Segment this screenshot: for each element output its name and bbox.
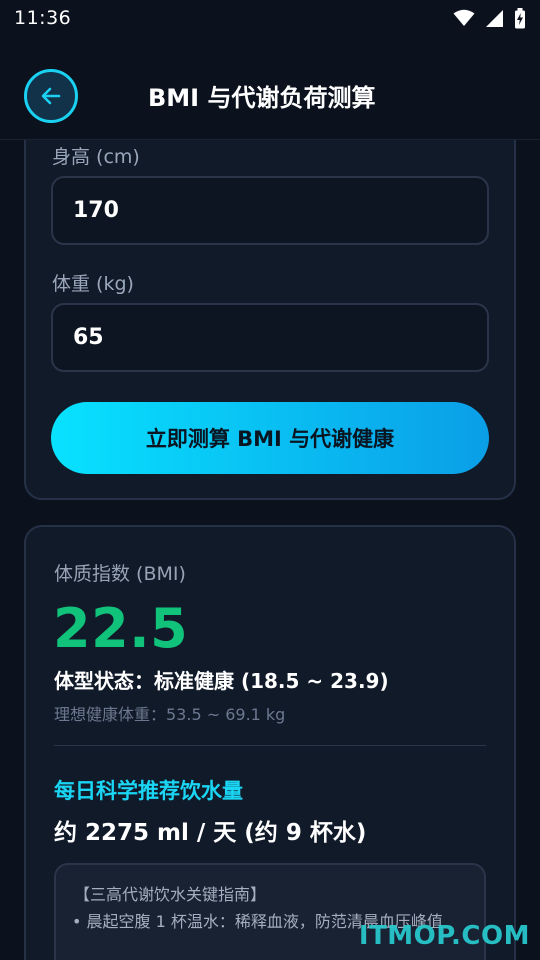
battery-charging-icon [515,7,525,28]
bmi-value: 22.5 [53,597,189,660]
wifi-icon [453,9,475,26]
bmi-status: 体型状态：标准健康 (18.5 ~ 23.9) [54,669,389,693]
guide-title: 【三高代谢饮水关键指南】 [74,885,267,904]
divider [54,745,486,746]
height-value: 170 [73,198,119,223]
status-bar: 11:36 [0,0,540,36]
back-button[interactable] [24,69,78,123]
signal-icon [486,9,503,27]
app-header: BMI 与代谢负荷测算 [0,48,540,140]
watermark: ITMOP.COM [358,921,530,951]
status-icons [453,7,526,29]
calculate-button[interactable]: 立即测算 BMI 与代谢健康 [51,402,489,474]
water-title: 每日科学推荐饮水量 [54,779,243,803]
weight-input[interactable]: 65 [51,303,489,372]
weight-value: 65 [73,325,104,350]
ideal-weight: 理想健康体重：53.5 ~ 69.1 kg [54,705,286,724]
arrow-left-icon [41,87,61,105]
page-title: BMI 与代谢负荷测算 [148,84,376,112]
weight-label: 体重 (kg) [52,273,134,295]
water-amount: 约 2275 ml / 天 (约 9 杯水) [54,820,367,846]
height-input[interactable]: 170 [51,176,489,245]
height-label: 身高 (cm) [52,146,140,168]
bmi-label: 体质指数 (BMI) [54,563,186,585]
status-time: 11:36 [14,7,72,29]
